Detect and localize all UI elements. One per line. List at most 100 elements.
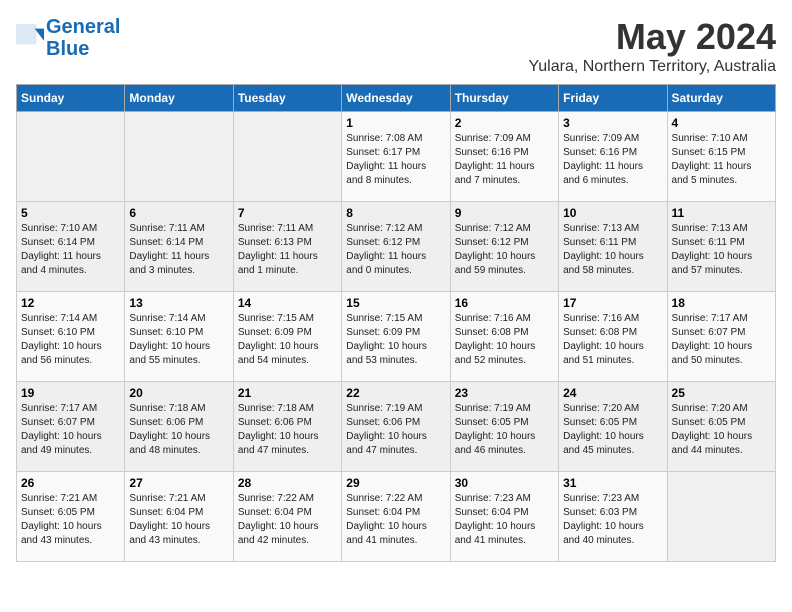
day-info: Sunrise: 7:21 AM Sunset: 6:05 PM Dayligh… [21,492,120,548]
day-number: 28 [238,476,337,490]
week-row-1: 1 Sunrise: 7:08 AM Sunset: 6:17 PM Daylig… [17,112,776,202]
day-cell: 31 Sunrise: 7:23 AM Sunset: 6:03 PM Dayli… [559,472,667,562]
week-row-3: 12Sunrise: 7:14 AM Sunset: 6:10 PM Dayli… [17,292,776,382]
day-number: 18 [672,296,771,310]
day-cell: 23 Sunrise: 7:19 AM Sunset: 6:05 PM Dayli… [450,382,558,472]
day-number: 9 [455,206,554,220]
day-number: 31 [563,476,662,490]
day-number: 4 [672,116,771,130]
header-wednesday: Wednesday [342,85,450,112]
day-number: 1 [346,116,445,130]
day-cell: 24Sunrise: 7:20 AM Sunset: 6:05 PM Dayli… [559,382,667,472]
day-cell: 19Sunrise: 7:17 AM Sunset: 6:07 PM Dayli… [17,382,125,472]
page-header: General Blue May 2024 Yulara, Northern T… [16,16,776,76]
header-thursday: Thursday [450,85,558,112]
day-cell: 4 Sunrise: 7:10 AM Sunset: 6:15 PM Daylig… [667,112,775,202]
day-cell: 7Sunrise: 7:11 AM Sunset: 6:13 PM Daylig… [233,202,341,292]
day-info: Sunrise: 7:12 AM Sunset: 6:12 PM Dayligh… [455,222,554,278]
logo: General Blue [16,16,120,60]
header-monday: Monday [125,85,233,112]
day-cell: 13Sunrise: 7:14 AM Sunset: 6:10 PM Dayli… [125,292,233,382]
day-cell [17,112,125,202]
day-info: Sunrise: 7:20 AM Sunset: 6:05 PM Dayligh… [563,402,662,458]
main-title: May 2024 [528,16,776,58]
day-info: Sunrise: 7:17 AM Sunset: 6:07 PM Dayligh… [672,312,771,368]
day-info: Sunrise: 7:15 AM Sunset: 6:09 PM Dayligh… [346,312,445,368]
day-number: 2 [455,116,554,130]
day-number: 27 [129,476,228,490]
day-number: 3 [563,116,662,130]
day-number: 25 [672,386,771,400]
day-number: 20 [129,386,228,400]
calendar-table: SundayMondayTuesdayWednesdayThursdayFrid… [16,84,776,562]
day-info: Sunrise: 7:09 AM Sunset: 6:16 PM Dayligh… [563,132,662,188]
day-cell: 5 Sunrise: 7:10 AM Sunset: 6:14 PM Daylig… [17,202,125,292]
day-info: Sunrise: 7:12 AM Sunset: 6:12 PM Dayligh… [346,222,445,278]
day-info: Sunrise: 7:13 AM Sunset: 6:11 PM Dayligh… [563,222,662,278]
day-cell: 26 Sunrise: 7:21 AM Sunset: 6:05 PM Dayli… [17,472,125,562]
day-info: Sunrise: 7:21 AM Sunset: 6:04 PM Dayligh… [129,492,228,548]
day-cell: 8Sunrise: 7:12 AM Sunset: 6:12 PM Daylig… [342,202,450,292]
week-row-5: 26 Sunrise: 7:21 AM Sunset: 6:05 PM Dayli… [17,472,776,562]
week-row-4: 19Sunrise: 7:17 AM Sunset: 6:07 PM Dayli… [17,382,776,472]
day-cell: 15 Sunrise: 7:15 AM Sunset: 6:09 PM Dayli… [342,292,450,382]
day-cell: 17 Sunrise: 7:16 AM Sunset: 6:08 PM Dayli… [559,292,667,382]
day-info: Sunrise: 7:18 AM Sunset: 6:06 PM Dayligh… [129,402,228,458]
day-number: 26 [21,476,120,490]
day-number: 22 [346,386,445,400]
day-number: 30 [455,476,554,490]
day-info: Sunrise: 7:16 AM Sunset: 6:08 PM Dayligh… [455,312,554,368]
day-info: Sunrise: 7:11 AM Sunset: 6:13 PM Dayligh… [238,222,337,278]
day-info: Sunrise: 7:14 AM Sunset: 6:10 PM Dayligh… [21,312,120,368]
day-cell: 27 Sunrise: 7:21 AM Sunset: 6:04 PM Dayli… [125,472,233,562]
day-cell: 16Sunrise: 7:16 AM Sunset: 6:08 PM Dayli… [450,292,558,382]
logo-line2: Blue [46,38,120,60]
day-info: Sunrise: 7:20 AM Sunset: 6:05 PM Dayligh… [672,402,771,458]
header-saturday: Saturday [667,85,775,112]
day-cell: 6Sunrise: 7:11 AM Sunset: 6:14 PM Daylig… [125,202,233,292]
day-number: 6 [129,206,228,220]
day-number: 5 [21,206,120,220]
header-sunday: Sunday [17,85,125,112]
logo-text: General Blue [46,16,120,60]
subtitle: Yulara, Northern Territory, Australia [528,58,776,76]
day-info: Sunrise: 7:15 AM Sunset: 6:09 PM Dayligh… [238,312,337,368]
day-cell: 22Sunrise: 7:19 AM Sunset: 6:06 PM Dayli… [342,382,450,472]
day-info: Sunrise: 7:23 AM Sunset: 6:03 PM Dayligh… [563,492,662,548]
logo-line1: General [46,16,120,38]
day-info: Sunrise: 7:19 AM Sunset: 6:05 PM Dayligh… [455,402,554,458]
day-info: Sunrise: 7:22 AM Sunset: 6:04 PM Dayligh… [238,492,337,548]
day-cell: 25 Sunrise: 7:20 AM Sunset: 6:05 PM Dayli… [667,382,775,472]
day-number: 11 [672,206,771,220]
calendar-header-row: SundayMondayTuesdayWednesdayThursdayFrid… [17,85,776,112]
day-cell: 18 Sunrise: 7:17 AM Sunset: 6:07 PM Dayli… [667,292,775,382]
day-info: Sunrise: 7:17 AM Sunset: 6:07 PM Dayligh… [21,402,120,458]
week-row-2: 5 Sunrise: 7:10 AM Sunset: 6:14 PM Daylig… [17,202,776,292]
day-info: Sunrise: 7:16 AM Sunset: 6:08 PM Dayligh… [563,312,662,368]
day-cell [667,472,775,562]
day-cell: 9 Sunrise: 7:12 AM Sunset: 6:12 PM Daylig… [450,202,558,292]
title-block: May 2024 Yulara, Northern Territory, Aus… [528,16,776,76]
day-cell: 28 Sunrise: 7:22 AM Sunset: 6:04 PM Dayli… [233,472,341,562]
day-number: 17 [563,296,662,310]
day-info: Sunrise: 7:13 AM Sunset: 6:11 PM Dayligh… [672,222,771,278]
header-tuesday: Tuesday [233,85,341,112]
day-cell: 14 Sunrise: 7:15 AM Sunset: 6:09 PM Dayli… [233,292,341,382]
day-info: Sunrise: 7:08 AM Sunset: 6:17 PM Dayligh… [346,132,445,188]
logo-icon [16,24,44,52]
day-cell: 10 Sunrise: 7:13 AM Sunset: 6:11 PM Dayli… [559,202,667,292]
day-number: 14 [238,296,337,310]
day-info: Sunrise: 7:10 AM Sunset: 6:14 PM Dayligh… [21,222,120,278]
day-cell [125,112,233,202]
day-number: 13 [129,296,228,310]
day-number: 10 [563,206,662,220]
day-info: Sunrise: 7:09 AM Sunset: 6:16 PM Dayligh… [455,132,554,188]
day-cell [233,112,341,202]
day-info: Sunrise: 7:22 AM Sunset: 6:04 PM Dayligh… [346,492,445,548]
day-cell: 2 Sunrise: 7:09 AM Sunset: 6:16 PM Daylig… [450,112,558,202]
day-cell: 20 Sunrise: 7:18 AM Sunset: 6:06 PM Dayli… [125,382,233,472]
day-info: Sunrise: 7:10 AM Sunset: 6:15 PM Dayligh… [672,132,771,188]
day-cell: 29Sunrise: 7:22 AM Sunset: 6:04 PM Dayli… [342,472,450,562]
day-number: 15 [346,296,445,310]
day-number: 23 [455,386,554,400]
